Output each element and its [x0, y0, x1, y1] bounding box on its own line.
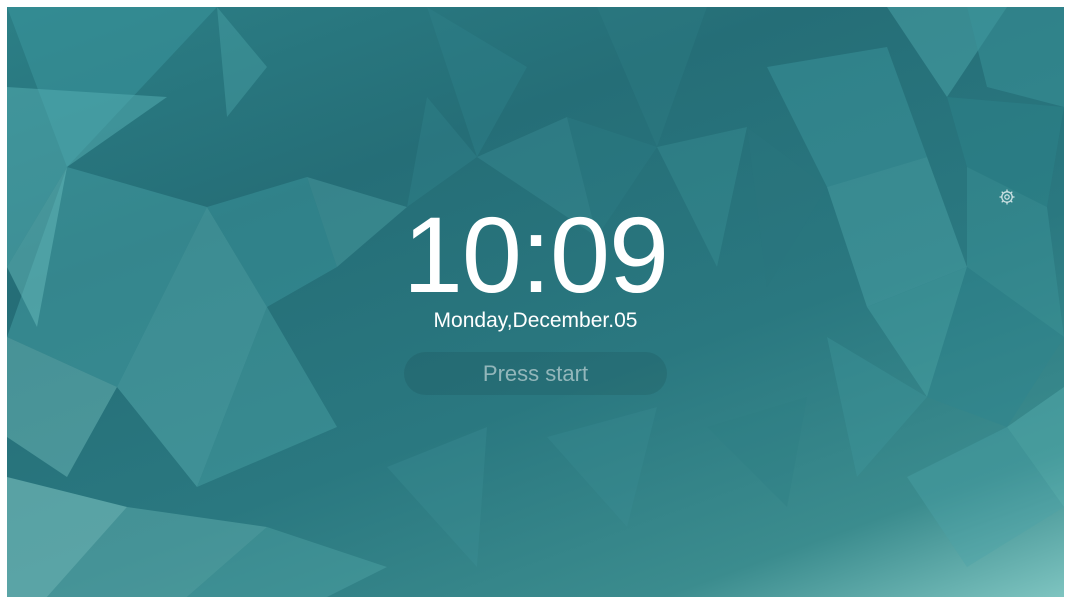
clock-time: 10:09 [402, 194, 669, 315]
settings-button[interactable] [996, 186, 1018, 208]
clock-date: Monday,December.05 [433, 309, 638, 332]
gear-icon [999, 189, 1015, 205]
lock-screen: 10:09 Monday,December.05 Press start [7, 7, 1064, 597]
press-start-label: Press start [482, 361, 589, 386]
press-start-button[interactable]: Press start [404, 352, 667, 395]
